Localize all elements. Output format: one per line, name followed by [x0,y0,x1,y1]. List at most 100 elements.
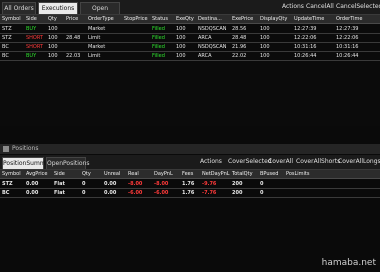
column-header[interactable]: BPused [260,170,278,178]
column-header[interactable]: DisplayQty [260,15,287,23]
table-cell: 12:27:39 [336,26,359,32]
column-header[interactable]: Fees [182,170,193,178]
table-cell: Filled [152,26,165,32]
table-cell: 100 [176,53,186,59]
column-header[interactable]: StopPrice [124,15,148,23]
positions-tabbar: PositionSummary OpenPositions Actions Co… [0,155,380,170]
table-cell: 0.00 [26,181,39,187]
table-cell: BC [2,190,10,196]
table-row[interactable]: BC BUY 100 22.03 Limit Filled 100 ARCA 22.02 100 1… [0,52,380,60]
column-header[interactable]: Status [152,15,168,23]
positions-header: Symbol AvgPrice Side Qty Unreal Real DayPnL Fee… [0,170,380,179]
table-cell: 0.00 [104,181,117,187]
column-header[interactable]: Side [54,170,65,178]
table-cell: NSDQSCAN [198,26,227,32]
column-header[interactable]: Qty [48,15,57,23]
column-header[interactable]: Destina... [198,15,222,23]
table-cell: -7.76 [202,190,217,196]
table-cell: 12:22:06 [336,35,359,41]
column-header[interactable]: Side [26,15,37,23]
column-header[interactable]: ExeQty [176,15,194,23]
executions-header: Symbol Side Qty Price OrderType StopPrice Stat… [0,15,380,24]
tab-executions[interactable]: Executions [38,2,78,14]
cover-selected-button[interactable]: CoverSelected [228,158,272,166]
table-cell: 12:22:06 [294,35,317,41]
table-cell: Filled [152,53,165,59]
table-cell: BC [2,44,9,50]
window-icon [3,146,9,152]
column-header[interactable]: ExePrice [232,15,253,23]
table-cell: 1.76 [182,181,195,187]
column-header[interactable]: OrderTime [336,15,362,23]
table-cell: 1.76 [182,190,195,196]
table-cell: 28.56 [232,26,247,32]
column-header[interactable]: Symbol [2,15,21,23]
table-cell: 10:26:44 [336,53,359,59]
table-cell: -8.00 [154,181,169,187]
table-cell: 0 [82,190,86,196]
table-cell: Market [88,44,106,50]
cover-all-shorts-button[interactable]: CoverAllShorts [296,158,340,166]
table-cell: SHORT [26,35,44,41]
table-cell: STZ [2,35,12,41]
orders-tabbar: All Orders Executions Open Orders Action… [0,0,380,24]
table-cell: ARCA [198,35,212,41]
column-header[interactable]: Unreal [104,170,120,178]
column-header[interactable]: Real [128,170,139,178]
table-cell: 0 [260,181,264,187]
table-row[interactable]: STZ SHORT 100 28.48 Limit Filled 100 ARCA 28.48 1… [0,34,380,42]
cover-all-longs-button[interactable]: CoverAllLongs [338,158,380,166]
table-cell: -8.00 [128,181,143,187]
column-header[interactable]: Symbol [2,170,21,178]
column-header[interactable]: NetDayPnL [202,170,230,178]
table-row[interactable]: BC SHORT 100 Market Filled 100 NSDQSCAN 21.96 10… [0,43,380,51]
table-cell: 100 [48,53,58,59]
table-cell: STZ [2,181,13,187]
table-cell: BC [2,53,9,59]
tab-open-positions[interactable]: OpenPositions [46,157,90,169]
table-cell: 28.48 [66,35,81,41]
table-cell: Flat [54,181,65,187]
table-row[interactable]: BC 0.00 Flat 0 0.00 -6.00 -6.00 1.76 -7.76 200 0 [0,189,380,197]
table-cell: 100 [260,53,270,59]
column-header[interactable]: TotalQty [232,170,253,178]
table-cell: 100 [48,35,58,41]
orders-actions-menu[interactable]: Actions [282,3,304,11]
table-row[interactable]: STZ BUY 100 Market Filled 100 NSDQSCAN 28.56 100… [0,25,380,33]
table-cell: 200 [232,181,243,187]
table-cell: 100 [176,44,186,50]
positions-actions-menu[interactable]: Actions [200,158,222,166]
table-cell: 100 [260,26,270,32]
column-header[interactable]: DayPnL [154,170,173,178]
table-cell: Filled [152,44,165,50]
table-cell: 100 [176,26,186,32]
cancel-selected-button[interactable]: CancelSelected [336,3,380,11]
table-cell: SHORT [26,44,44,50]
cancel-all-button[interactable]: CancelAll [306,3,334,11]
watermark: hamaba.net [321,258,376,268]
orders-panel: All Orders Executions Open Orders Action… [0,0,380,126]
positions-titlebar: Positions [0,144,380,154]
table-cell: 0.00 [26,190,39,196]
table-cell: 100 [48,26,58,32]
table-cell: 22.03 [66,53,81,59]
table-cell: Filled [152,35,165,41]
table-cell: 28.48 [232,35,247,41]
table-cell: 100 [176,35,186,41]
tab-position-summary[interactable]: PositionSummary [2,157,55,169]
table-cell: Flat [54,190,65,196]
table-cell: 10:26:44 [294,53,317,59]
column-header[interactable]: UpdateTime [294,15,324,23]
row-divider [0,60,380,61]
column-header[interactable]: AvgPrice [26,170,47,178]
table-row[interactable]: STZ 0.00 Flat 0 0.00 -8.00 -8.00 1.76 -9.76 200 0 [0,180,380,188]
table-cell: BUY [26,53,37,59]
column-header[interactable]: Qty [82,170,91,178]
column-header[interactable]: OrderType [88,15,114,23]
tab-all-orders[interactable]: All Orders [2,2,36,14]
table-cell: 0 [82,181,86,187]
tab-open-orders[interactable]: Open Orders [80,2,120,24]
column-header[interactable]: Price [66,15,78,23]
cover-all-button[interactable]: CoverAll [268,158,293,166]
column-header[interactable]: PosLimits [286,170,310,178]
